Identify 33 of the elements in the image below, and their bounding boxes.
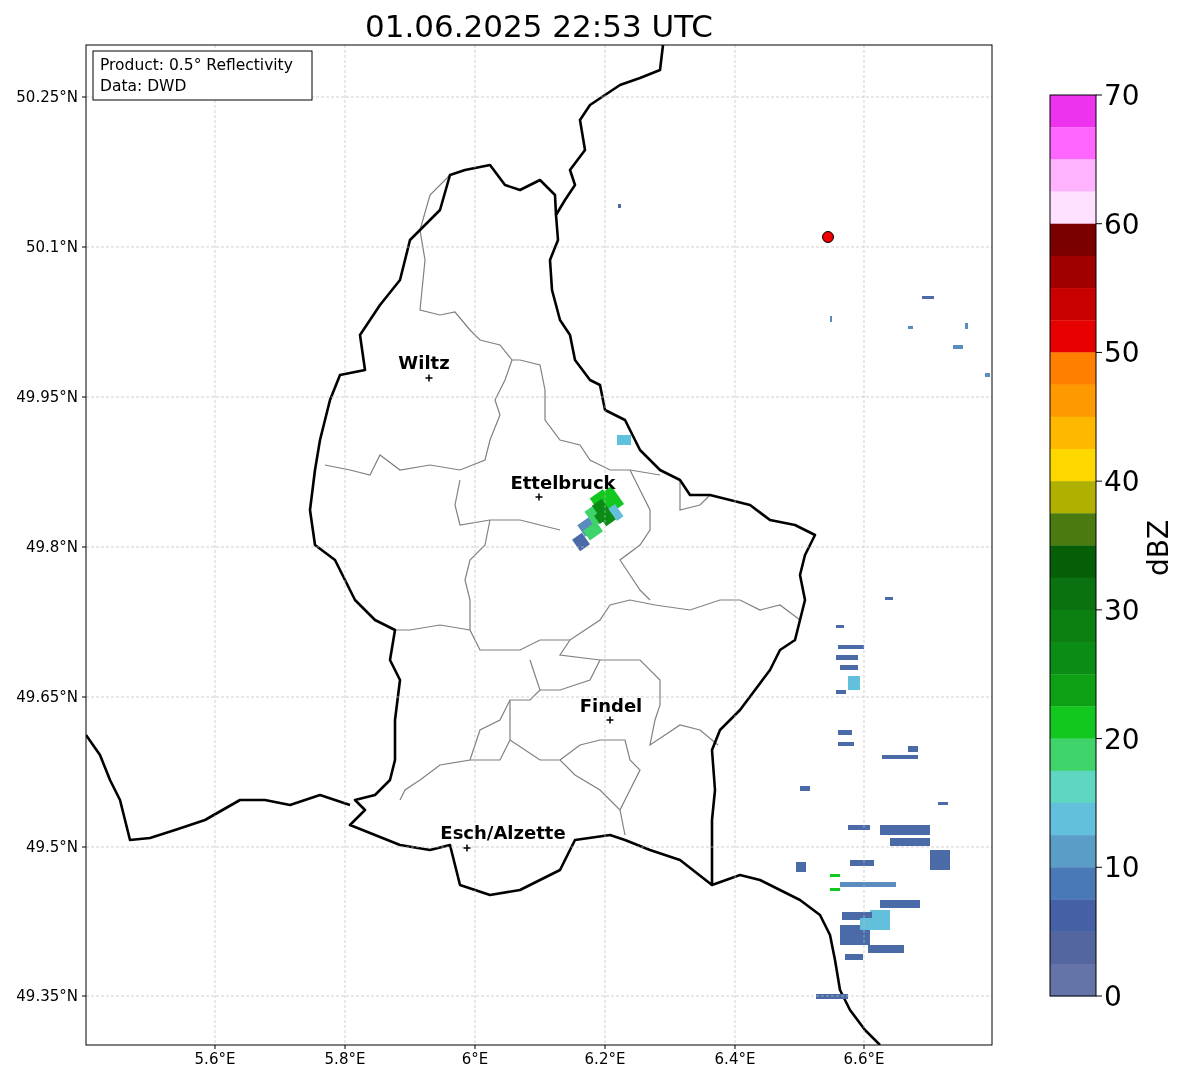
- colorbar-tick-label: 70: [1104, 79, 1140, 112]
- city-marker-icon: [424, 373, 434, 383]
- colorbar-tick-label: 10: [1104, 851, 1140, 885]
- colorbar-tick-label: 60: [1104, 207, 1140, 241]
- colorbar-tick-label: 0: [1104, 980, 1122, 1013]
- place-label: Ettelbruck: [510, 472, 616, 493]
- info-text: Data: DWD: [100, 77, 187, 95]
- y-tick-label: 49.5°N: [25, 838, 78, 856]
- y-tick-label: 49.95°N: [16, 388, 78, 406]
- info-text: Product: 0.5° Reflectivity: [100, 56, 293, 74]
- y-tick-label: 50.1°N: [25, 238, 78, 256]
- x-tick-label: 5.8°E: [324, 1050, 366, 1068]
- city-marker-icon: [605, 715, 615, 725]
- x-tick-label: 6.2°E: [584, 1050, 626, 1068]
- colorbar-tick-label: 20: [1104, 722, 1140, 756]
- x-tick-label: 5.6°E: [194, 1050, 236, 1068]
- y-tick-label: 49.65°N: [16, 688, 78, 706]
- x-tick-label: 6.4°E: [714, 1050, 756, 1068]
- city-marker-icon: [534, 492, 544, 502]
- place-label: Findel: [579, 695, 643, 716]
- y-tick-label: 49.8°N: [25, 538, 78, 556]
- place-label: Wiltz: [398, 352, 450, 373]
- colorbar-label: dBZ: [1142, 519, 1175, 577]
- chart-title: 01.06.2025 22:53 UTC: [365, 8, 713, 44]
- place-label: Esch/Alzette: [440, 822, 566, 843]
- colorbar-tick-label: 50: [1104, 336, 1140, 370]
- y-tick-label: 50.25°N: [16, 88, 78, 106]
- x-tick-label: 6°E: [461, 1050, 489, 1068]
- city-marker-icon: [462, 843, 472, 853]
- colorbar-tick-label: 40: [1104, 465, 1140, 499]
- y-tick-label: 49.35°N: [16, 987, 78, 1005]
- x-tick-label: 6.6°E: [843, 1050, 885, 1068]
- colorbar-tick-label: 30: [1104, 593, 1140, 627]
